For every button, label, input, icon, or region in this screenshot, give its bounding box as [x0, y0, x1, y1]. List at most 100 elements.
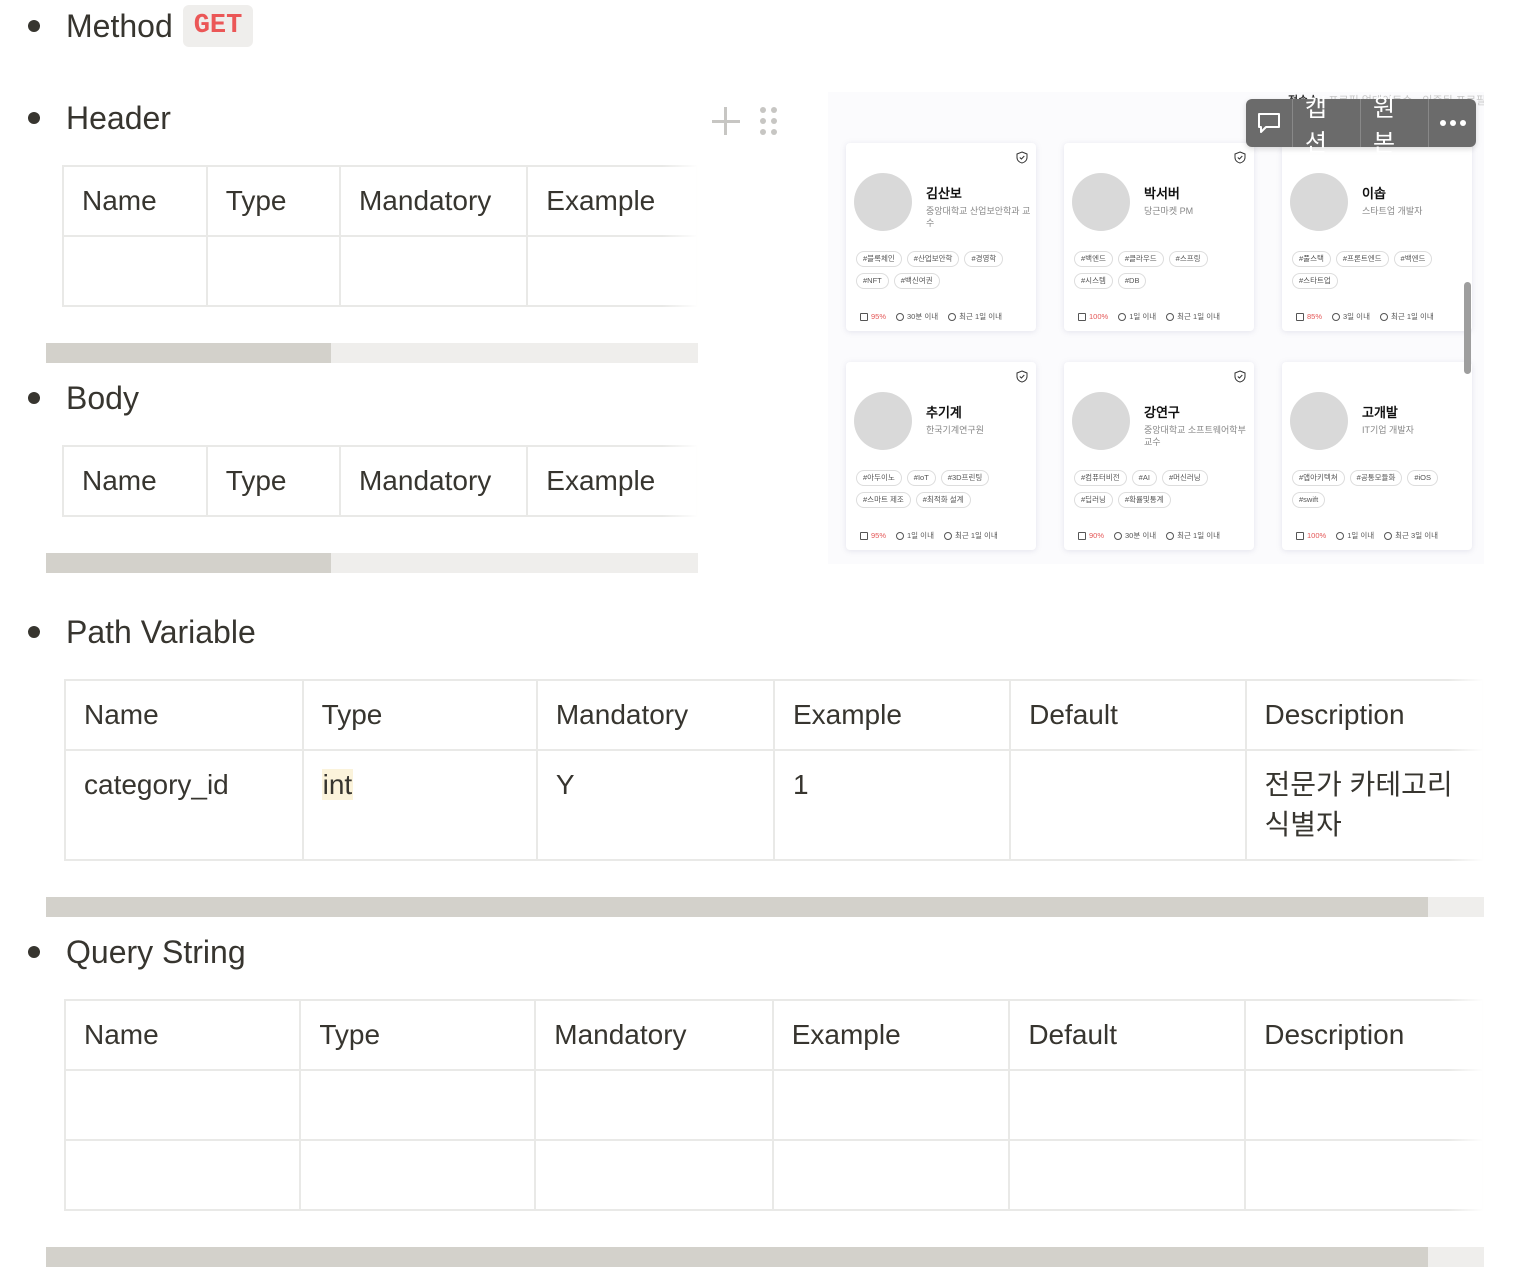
- response-rate: 90%: [1089, 530, 1105, 540]
- response-time: 1일 이내: [1129, 312, 1157, 321]
- response-rate: 95%: [871, 530, 887, 540]
- expert-tag: #블록체인: [856, 251, 902, 267]
- clock-icon: [1118, 313, 1127, 322]
- expert-tag: #앱아키텍쳐: [1292, 470, 1345, 486]
- column-header[interactable]: Mandatory: [535, 679, 775, 751]
- table-cell[interactable]: [1008, 1139, 1247, 1211]
- table-cell[interactable]: Y: [535, 749, 775, 861]
- expert-affiliation: 당근마켓 PM: [1144, 206, 1194, 216]
- scrollbar-thumb[interactable]: [46, 343, 331, 363]
- column-header[interactable]: Name: [64, 999, 302, 1071]
- table-cell[interactable]: category_id: [64, 749, 304, 861]
- table-cell[interactable]: [299, 1139, 537, 1211]
- column-header[interactable]: Name: [62, 445, 208, 517]
- table-cell[interactable]: [64, 1139, 302, 1211]
- caption-button[interactable]: 캡션: [1293, 95, 1362, 157]
- original-button[interactable]: 원본: [1361, 95, 1430, 157]
- query-table-scrollbar[interactable]: [46, 1247, 1484, 1267]
- recent-activity: 최근 1일 이내: [954, 531, 998, 540]
- column-header[interactable]: Name: [64, 679, 304, 751]
- path-variable-table: Name Type Mandatory Example Default Desc…: [64, 679, 1484, 861]
- recent-activity: 최근 1일 이내: [1177, 531, 1220, 540]
- column-header[interactable]: Example: [771, 999, 1011, 1071]
- table-cell[interactable]: [338, 235, 529, 307]
- response-time: 3일 이내: [1343, 312, 1370, 321]
- path-table-scrollbar[interactable]: [46, 897, 1484, 917]
- expert-tag: #아두이노: [856, 470, 902, 486]
- table-cell[interactable]: 1: [772, 749, 1012, 861]
- expert-tag: #클라우드: [1117, 251, 1164, 267]
- expert-card: 이솝 스타트업 개발자 #풀스택 #프론트엔드 #백엔드 #스타트업 85% 3…: [1282, 143, 1472, 331]
- response-rate: 95%: [871, 311, 887, 321]
- response-rate: 100%: [1307, 530, 1327, 540]
- table-cell[interactable]: [771, 1069, 1011, 1141]
- scrollbar-thumb[interactable]: [46, 1247, 1428, 1267]
- expert-tag: #프론트엔드: [1335, 251, 1389, 267]
- column-header[interactable]: Type: [205, 165, 341, 237]
- body-table: Name Type Mandatory Example: [62, 445, 698, 517]
- history-icon: [1166, 313, 1175, 322]
- expert-affiliation: 스타트업 개발자: [1362, 206, 1423, 216]
- expert-name: 박서버: [1144, 186, 1180, 201]
- header-table: Name Type Mandatory Example: [62, 165, 698, 307]
- expert-tag: #확률및통계: [1117, 492, 1171, 508]
- embedded-scrollbar: [1464, 282, 1471, 374]
- expert-tag: #DB: [1117, 273, 1147, 289]
- column-header[interactable]: Type: [301, 679, 538, 751]
- column-header[interactable]: Mandatory: [338, 165, 529, 237]
- table-cell[interactable]: [534, 1139, 774, 1211]
- table-cell[interactable]: [534, 1069, 774, 1141]
- more-button[interactable]: [1429, 99, 1476, 147]
- embedded-image[interactable]: 접속순프로필 업데이트순인증된 프로필 김산보 중앙대학교 산업보안학과 교수 …: [828, 92, 1484, 564]
- expert-tag: #머신러닝: [1161, 470, 1208, 486]
- recent-activity: 최근 1일 이내: [1177, 312, 1220, 321]
- body-table-scrollbar[interactable]: [46, 553, 698, 573]
- expert-name: 강연구: [1144, 405, 1180, 420]
- expert-tag: #IoT: [906, 470, 936, 486]
- more-icon: [1439, 120, 1466, 126]
- column-header[interactable]: Type: [205, 445, 341, 517]
- column-header[interactable]: Default: [1009, 679, 1247, 751]
- chat-icon: [1078, 532, 1086, 540]
- column-header[interactable]: Example: [772, 679, 1012, 751]
- column-header[interactable]: Mandatory: [534, 999, 774, 1071]
- section-title-body: Body: [66, 380, 139, 416]
- history-icon: [948, 313, 957, 322]
- comment-button[interactable]: [1246, 99, 1293, 147]
- expert-tag: #스프링: [1168, 251, 1208, 267]
- method-badge: GET: [182, 4, 254, 47]
- table-cell[interactable]: [205, 235, 341, 307]
- expert-tag: #산업보안학: [906, 251, 960, 267]
- table-cell[interactable]: [771, 1139, 1011, 1211]
- history-icon: [1166, 532, 1175, 541]
- section-title-query-string: Query String: [66, 934, 246, 970]
- table-cell[interactable]: [1009, 749, 1247, 861]
- expert-card: 고개발 IT기업 개발자 #앱아키텍쳐 #공통모듈화 #iOS #swift 1…: [1282, 362, 1472, 550]
- drag-handle-icon[interactable]: [760, 107, 778, 137]
- bullet: [28, 112, 40, 124]
- column-header[interactable]: Default: [1008, 999, 1247, 1071]
- table-cell[interactable]: [299, 1069, 537, 1141]
- section-title-path-variable: Path Variable: [66, 614, 256, 650]
- history-icon: [1384, 532, 1393, 541]
- expert-affiliation: 중앙대학교 소프트웨어학부 교수: [1144, 425, 1246, 447]
- expert-tag: #스타트업: [1292, 273, 1338, 289]
- table-cell[interactable]: [64, 1069, 302, 1141]
- expert-tag: #AI: [1131, 470, 1157, 486]
- chat-icon: [1296, 313, 1304, 321]
- table-cell[interactable]: int: [301, 749, 538, 861]
- expert-tag: #3D프린팅: [940, 470, 990, 486]
- table-cell[interactable]: [1008, 1069, 1247, 1141]
- scrollbar-thumb[interactable]: [46, 897, 1428, 917]
- column-header[interactable]: Mandatory: [338, 445, 529, 517]
- table-cell[interactable]: [62, 235, 208, 307]
- expert-tag: #풀스택: [1292, 251, 1331, 267]
- expert-tag: #iOS: [1407, 470, 1439, 486]
- scrollbar-thumb[interactable]: [46, 553, 331, 573]
- column-header[interactable]: Type: [299, 999, 537, 1071]
- recent-activity: 최근 1일 이내: [1390, 312, 1434, 321]
- expert-tag: #백엔드: [1074, 251, 1113, 267]
- column-header[interactable]: Name: [62, 165, 208, 237]
- header-table-scrollbar[interactable]: [46, 343, 698, 363]
- response-time: 30분 이내: [1125, 531, 1157, 540]
